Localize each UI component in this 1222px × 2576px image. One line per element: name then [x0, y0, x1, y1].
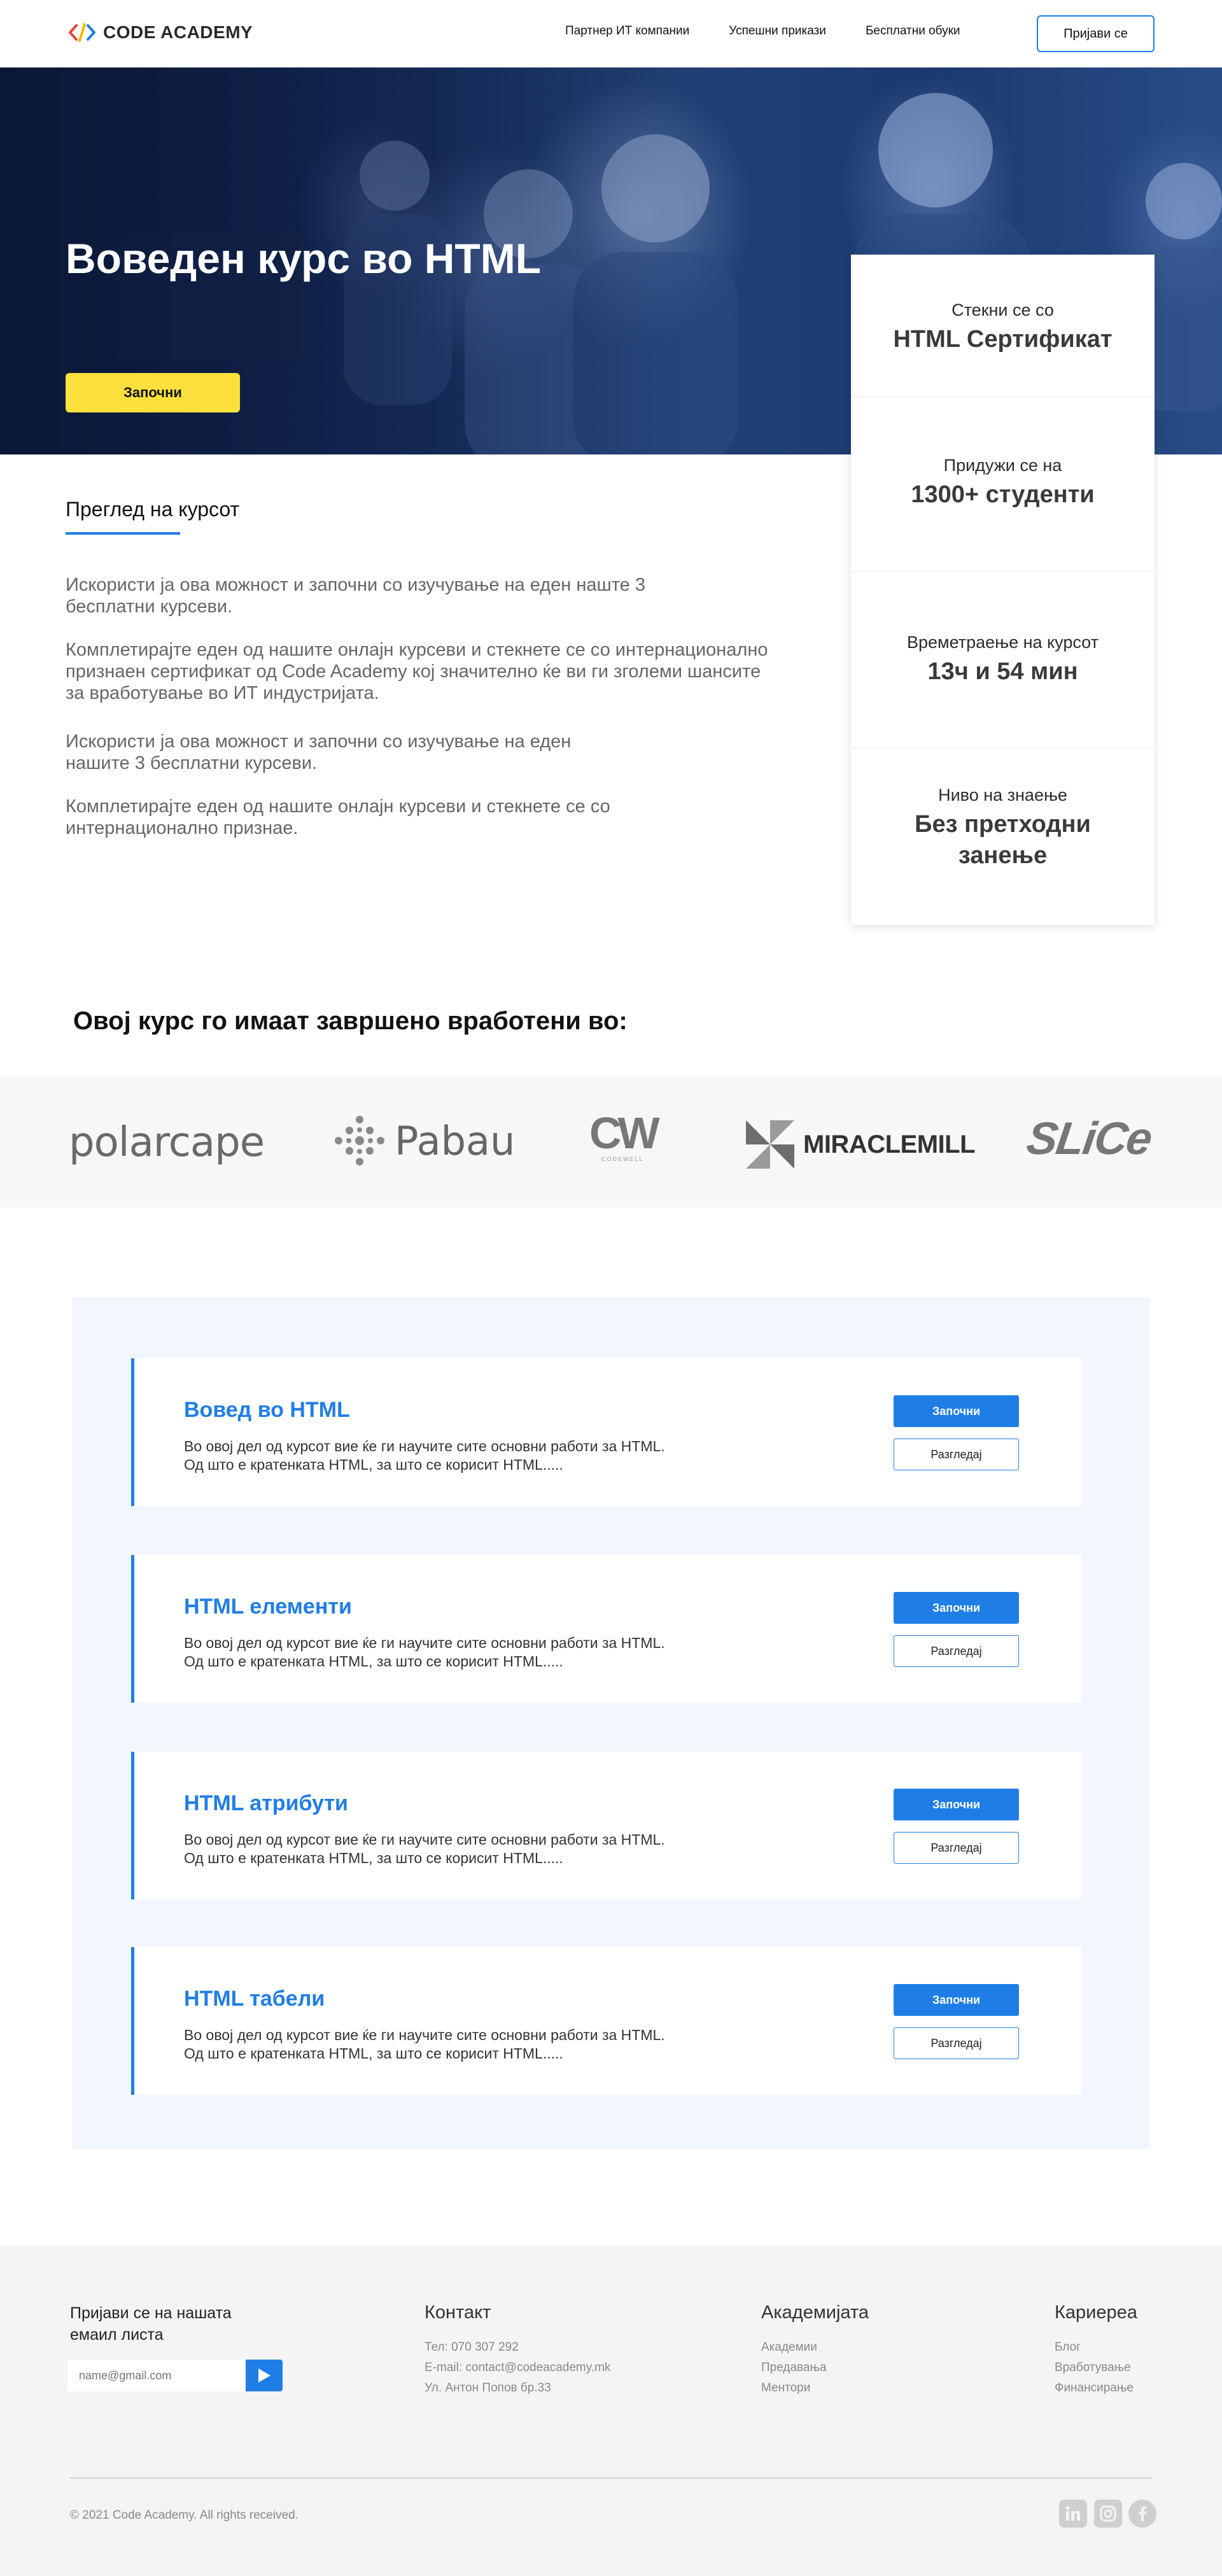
lesson-desc-line: Во овој дел од курсот вие ќе ги научите …: [184, 1438, 665, 1454]
footer-column-title: Контакт: [425, 2302, 491, 2323]
lesson-start-button[interactable]: Започни: [894, 1395, 1019, 1427]
nav-link-success-stories[interactable]: Успешни прикази: [729, 24, 826, 38]
newsletter-email-input[interactable]: [67, 2360, 246, 2391]
footer-contact-phone: Тел: 070 307 292: [425, 2340, 519, 2354]
lesson-start-button[interactable]: Започни: [894, 1984, 1019, 2016]
company-logo-pabau: Pabau: [334, 1115, 515, 1166]
footer-career-column: Кариереа Блог Вработување Финансирање: [1055, 2302, 1137, 2398]
company-name: SLiCe: [1023, 1113, 1155, 1164]
lesson-view-button[interactable]: Разгледај: [894, 2027, 1019, 2059]
company-logo-miraclemill: MIRACLEMILL: [746, 1119, 976, 1170]
newsletter-heading: Пријави се на нашата емаил листа: [70, 2304, 232, 2344]
overview-paragraph: Искористи ја ова можност и започни со из…: [66, 575, 645, 617]
company-logo-codewell: CW CODEWELL: [589, 1108, 660, 1162]
logo[interactable]: CODE ACADEMY: [66, 20, 253, 45]
footer-divider: [70, 2477, 1152, 2479]
stat-level: Ниво на знаење Без претходни занење: [851, 749, 1155, 925]
footer-link-blog[interactable]: Блог: [1055, 2337, 1137, 2358]
nav-link-free-courses[interactable]: Бесплатни обуки: [866, 24, 960, 38]
footer-contact-address: Ул. Антон Попов бр.33: [425, 2381, 551, 2395]
company-name: CW: [589, 1108, 660, 1158]
lesson-card: HTML табели Во овој дел од курсот вие ќе…: [131, 1947, 1081, 2095]
lesson-desc-line: Од што е кратенката HTML, за што се кори…: [184, 2045, 563, 2062]
lesson-desc-line: Од што е кратенката HTML, за што се кори…: [184, 1456, 563, 1473]
footer-link-financing[interactable]: Финансирање: [1055, 2378, 1137, 2398]
company-name: polarcape: [69, 1119, 265, 1166]
company-name: Pabau: [395, 1117, 516, 1164]
stat-students: Придужи се на 1300+ студенти: [851, 397, 1155, 572]
overview-paragraph: Искористи ја ова можност и започни со из…: [66, 731, 572, 773]
instagram-icon[interactable]: [1094, 2500, 1122, 2528]
nav-link-partners[interactable]: Партнер ИТ компании: [565, 24, 689, 38]
lesson-view-button[interactable]: Разгледај: [894, 1635, 1019, 1667]
employed-heading: Овој курс го имаат завршено вработени во…: [73, 1007, 628, 1035]
footer-link-mentors[interactable]: Ментори: [761, 2378, 869, 2398]
overview-underline: [66, 532, 180, 535]
footer-contact-email[interactable]: E-mail: contact@codeacademy.mk: [425, 2358, 610, 2378]
footer-link-academies[interactable]: Академии: [761, 2337, 869, 2358]
company-subtext: CODEWELL: [601, 1156, 644, 1162]
lesson-desc-line: Во овој дел од курсот вие ќе ги научите …: [184, 1635, 665, 1651]
pabau-mark-icon: [335, 1116, 384, 1165]
lesson-view-button[interactable]: Разгледај: [894, 1439, 1019, 1470]
lesson-desc-line: Во овој дел од курсот вие ќе ги научите …: [184, 2027, 665, 2043]
company-logo-slice: SLiCe: [1023, 1110, 1154, 1167]
overview-paragraph: Комплетирајте еден од нашите онлајн курс…: [66, 796, 610, 838]
lesson-title[interactable]: Вовед во HTML: [184, 1398, 350, 1423]
footer: Пријави се на нашата емаил листа Контакт…: [0, 2245, 1222, 2576]
newsletter-submit-button[interactable]: [246, 2360, 283, 2391]
company-name: MIRACLEMILL: [803, 1130, 976, 1158]
stat-label: Ниво на знаење: [938, 785, 1067, 805]
lesson-title[interactable]: HTML елементи: [184, 1594, 352, 1619]
miraclemill-mark-icon: [746, 1120, 794, 1169]
lesson-card: HTML атрибути Во овој дел од курсот вие …: [131, 1752, 1081, 1899]
login-button[interactable]: Пријави се: [1037, 15, 1155, 52]
navbar: CODE ACADEMY Партнер ИТ компании Успешни…: [0, 0, 1222, 67]
stat-value: Без претходни занење: [915, 811, 1091, 869]
footer-link-employment[interactable]: Вработување: [1055, 2358, 1137, 2378]
stat-label: Времетраење на курсот: [907, 633, 1099, 652]
lesson-card: HTML елементи Во овој дел од курсот вие …: [131, 1555, 1081, 1703]
lesson-desc-line: Од што е кратенката HTML, за што се кори…: [184, 1850, 563, 1866]
lesson-card: Вовед во HTML Во овој дел од курсот вие …: [131, 1358, 1081, 1506]
company-logo-polarcape: polarcape: [69, 1119, 265, 1166]
hero-start-button[interactable]: Започни: [66, 373, 240, 412]
copyright-text: © 2021 Code Academy. All rights received…: [70, 2509, 299, 2522]
nav-links: Партнер ИТ компании Успешни прикази Бесп…: [565, 24, 1000, 38]
lesson-description: Во овој дел од курсот вие ќе ги научите …: [184, 1634, 820, 1671]
lesson-view-button[interactable]: Разгледај: [894, 1832, 1019, 1864]
code-brackets-icon: [69, 23, 95, 42]
stat-certificate: Стекни се со HTML Сертификат: [851, 255, 1155, 397]
company-logos-strip: polarcape Pabau CW CODEWELL MIRACLEMILL …: [0, 1077, 1222, 1207]
send-arrow-icon: [258, 2368, 270, 2382]
lesson-description: Во овој дел од курсот вие ќе ги научите …: [184, 1831, 820, 1868]
course-stats-card: Стекни се со HTML Сертификат Придужи се …: [851, 255, 1155, 925]
stat-value: 1300+ студенти: [911, 481, 1095, 508]
hero-title: Воведен курс во HTML: [66, 235, 542, 282]
logo-text: CODE ACADEMY: [103, 22, 253, 42]
footer-column-title: Академијата: [761, 2302, 869, 2323]
stat-value: HTML Сертификат: [893, 326, 1113, 353]
lesson-description: Во овој дел од курсот вие ќе ги научите …: [184, 1437, 820, 1474]
footer-link-lectures[interactable]: Предавања: [761, 2358, 869, 2378]
lesson-start-button[interactable]: Започни: [894, 1789, 1019, 1820]
stat-value: 13ч и 54 мин: [927, 658, 1078, 685]
lesson-desc-line: Во овој дел од курсот вие ќе ги научите …: [184, 1831, 665, 1848]
lesson-description: Во овој дел од курсот вие ќе ги научите …: [184, 2026, 820, 2063]
overview-heading: Преглед на курсот: [66, 498, 240, 521]
lesson-desc-line: Од што е кратенката HTML, за што се кори…: [184, 1653, 563, 1670]
lesson-title[interactable]: HTML атрибути: [184, 1791, 348, 1816]
lesson-title[interactable]: HTML табели: [184, 1987, 325, 2011]
linkedin-icon[interactable]: [1059, 2500, 1087, 2528]
footer-contact-column: Контакт Тел: 070 307 292 E-mail: contact…: [425, 2302, 610, 2398]
overview-paragraph: Комплетирајте еден од нашите онлајн курс…: [66, 640, 768, 703]
footer-academy-column: Академијата Академии Предавања Ментори: [761, 2302, 869, 2398]
stat-duration: Времетраење на курсот 13ч и 54 мин: [851, 572, 1155, 749]
facebook-icon[interactable]: [1128, 2500, 1156, 2528]
footer-column-title: Кариереа: [1055, 2302, 1137, 2323]
stat-label: Придужи се на: [943, 456, 1062, 475]
lesson-start-button[interactable]: Започни: [894, 1592, 1019, 1624]
stat-label: Стекни се со: [952, 300, 1054, 320]
